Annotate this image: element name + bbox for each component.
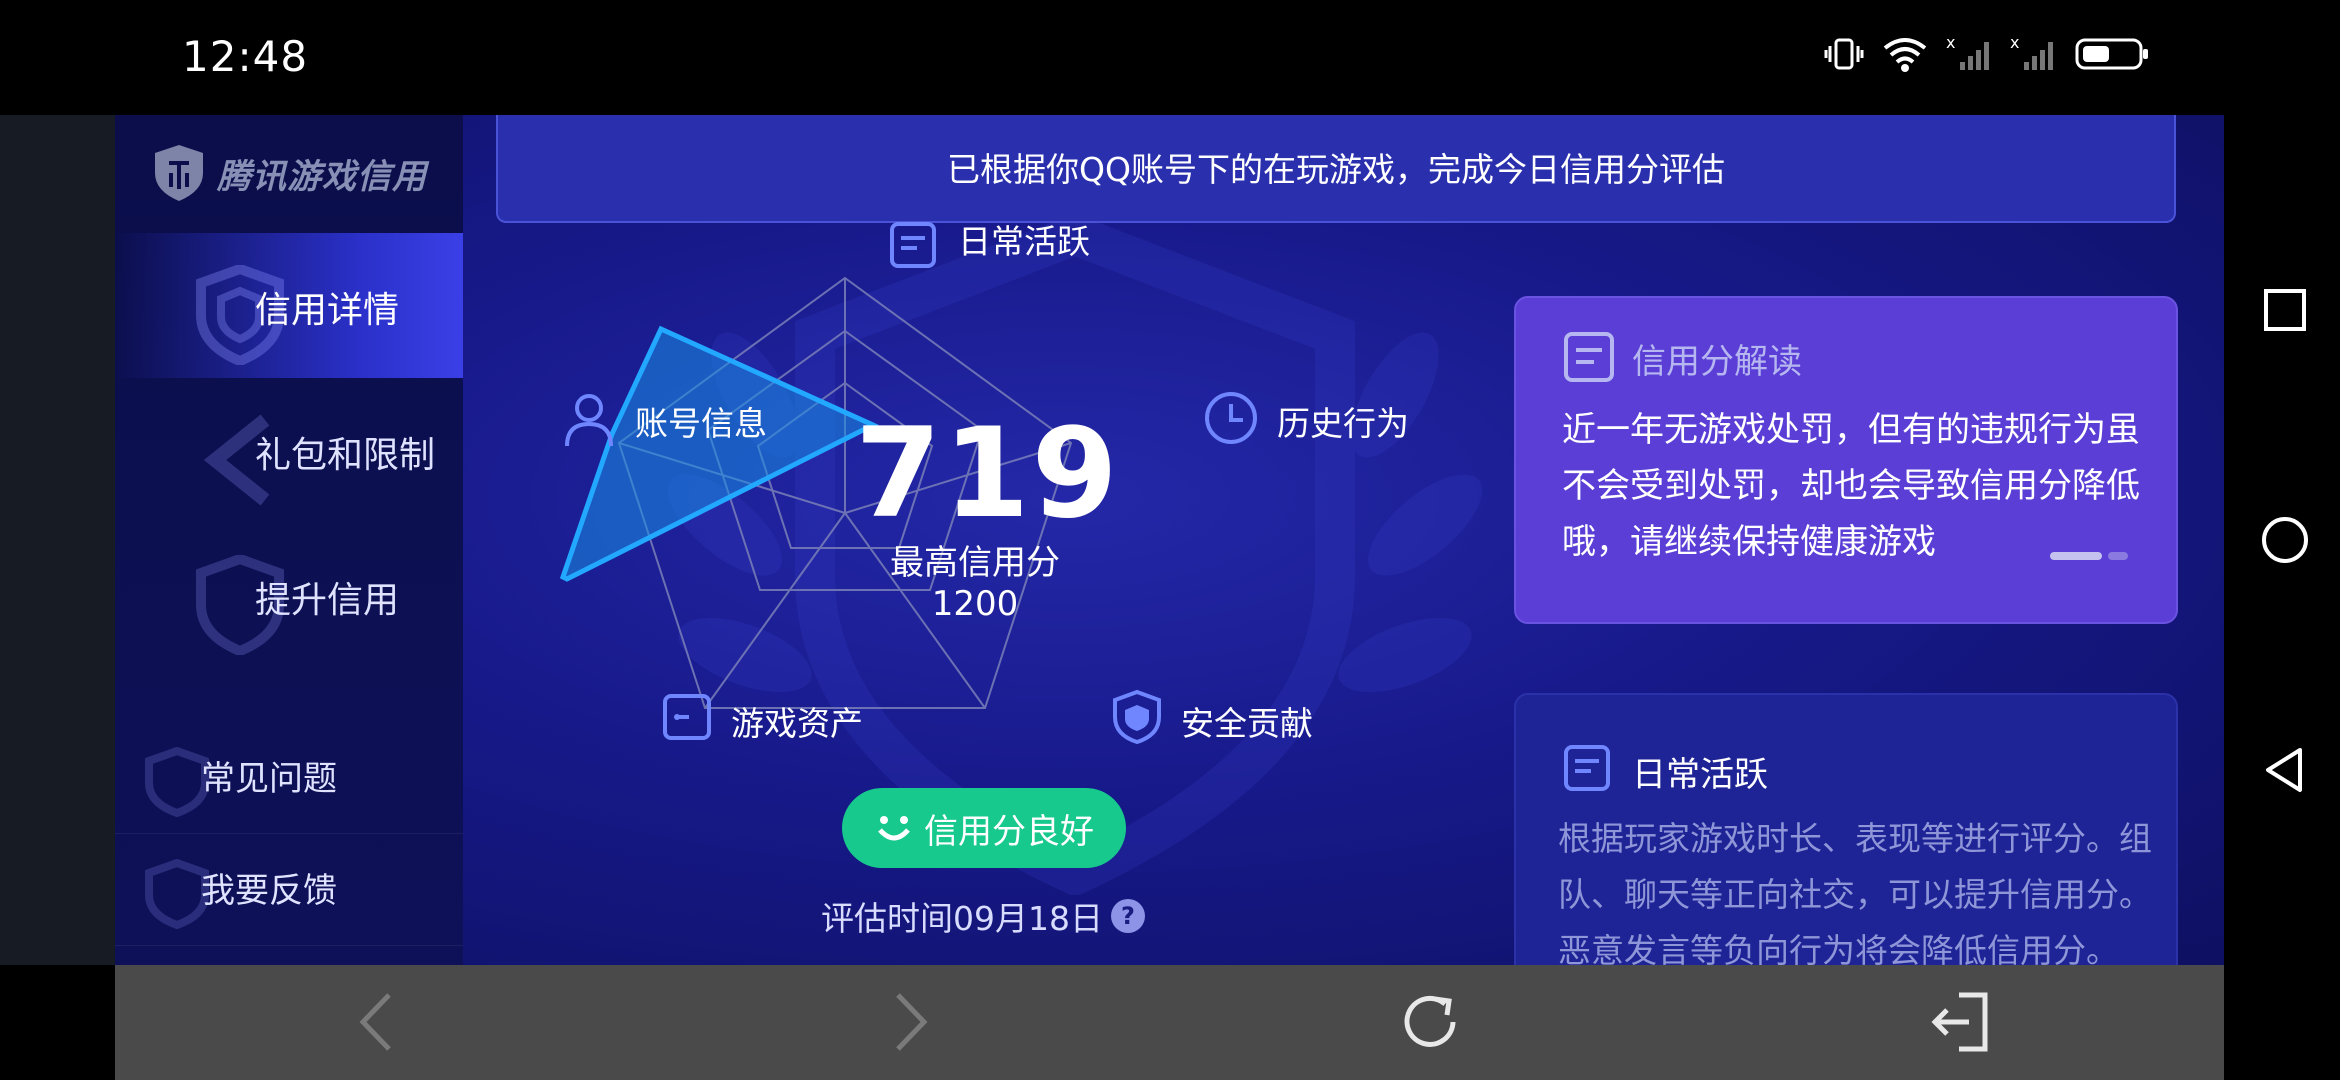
tencent-game-credit-logo-icon xyxy=(155,145,203,201)
sidebar-item-credit-details[interactable]: 信用详情 xyxy=(115,233,463,378)
svg-text:x: x xyxy=(2010,34,2019,52)
axis-label-daily-activity: 日常活跃 xyxy=(958,222,1090,261)
evaluation-time: 评估时间09月18日 ? xyxy=(821,892,1145,940)
refresh-icon[interactable] xyxy=(1395,987,1465,1057)
signal-1-icon: x xyxy=(1946,34,1989,70)
sidebar-item-gifts-limits[interactable]: 礼包和限制 xyxy=(115,378,463,523)
radar-score-shape xyxy=(559,325,879,582)
wifi-icon xyxy=(1883,38,1927,72)
exit-icon[interactable] xyxy=(1925,987,1995,1057)
shield-icon xyxy=(145,859,209,929)
browser-toolbar xyxy=(115,965,2224,1080)
recents-icon[interactable] xyxy=(2260,285,2310,335)
assessment-banner: 已根据你QQ账号下的在玩游戏，完成今日信用分评估 xyxy=(496,115,2176,223)
home-icon[interactable] xyxy=(2260,515,2310,565)
axis-label-assets: 游戏资产 xyxy=(731,704,863,743)
shield-icon xyxy=(1113,689,1161,745)
forward-arrow-icon[interactable] xyxy=(872,987,942,1057)
svg-text:x: x xyxy=(1946,34,1955,52)
user-icon xyxy=(565,394,613,447)
wallet-icon xyxy=(663,694,711,740)
clock: 12:48 xyxy=(182,32,309,81)
sidebar-item-label: 我要反馈 xyxy=(201,871,337,911)
sidebar-item-label: 常见问题 xyxy=(201,759,337,799)
card-body: 近一年无游戏处罚，但有的违规行为虽不会受到处罚，却也会导致信用分降低哦，请继续保… xyxy=(1562,410,2140,562)
banner-text: 已根据你QQ账号下的在玩游戏，完成今日信用分评估 xyxy=(947,150,1725,189)
back-icon[interactable] xyxy=(2260,745,2310,795)
sidebar: 腾讯游戏信用 信用详情 礼包和限制 提升信用 常见问题 我要反馈 xyxy=(115,115,463,965)
clock-icon xyxy=(1205,392,1257,444)
document-icon xyxy=(1564,745,1610,791)
sidebar-item-label: 礼包和限制 xyxy=(255,435,436,476)
left-margin xyxy=(0,115,115,965)
help-icon[interactable]: ? xyxy=(1110,899,1145,933)
credit-interpretation-card: 信用分解读 近一年无游戏处罚，但有的违规行为虽不会受到处罚，却也会导致信用分降低… xyxy=(1514,296,2178,624)
carousel-pager xyxy=(2050,552,2128,560)
smile-icon xyxy=(878,816,910,841)
sidebar-item-feedback[interactable]: 我要反馈 xyxy=(115,835,463,946)
credit-score: 719 xyxy=(855,402,1120,546)
credit-status-label: 信用分良好 xyxy=(924,811,1094,852)
pager-dot xyxy=(2108,552,2128,560)
status-icons: x x xyxy=(1824,34,2150,74)
system-navigation-bar xyxy=(2224,115,2340,1080)
logo-text: 腾讯游戏信用 xyxy=(217,156,427,197)
logo: 腾讯游戏信用 xyxy=(151,143,427,203)
sidebar-item-label: 提升信用 xyxy=(255,580,400,621)
axis-label-account: 账号信息 xyxy=(635,404,767,443)
max-score-label: 最高信用分1200 xyxy=(890,543,1060,624)
daily-activity-card: 日常活跃 根据玩家游戏时长、表现等进行评分。组队、聊天等正向社交，可以提升信用分… xyxy=(1514,693,2178,965)
vibrate-icon xyxy=(1824,38,1864,70)
sidebar-item-faq[interactable]: 常见问题 xyxy=(115,723,463,834)
sidebar-item-improve-credit[interactable]: 提升信用 xyxy=(115,523,463,668)
status-bar: 12:48 x x xyxy=(0,0,2340,115)
shield-icon xyxy=(145,747,209,817)
pager-dot-active xyxy=(2050,552,2102,560)
card-title: 信用分解读 xyxy=(1632,342,1802,382)
app-content: 腾讯游戏信用 信用详情 礼包和限制 提升信用 常见问题 我要反馈 已根据你QQ账… xyxy=(115,115,2224,965)
axis-label-security: 安全贡献 xyxy=(1181,704,1313,743)
credit-status-button[interactable]: 信用分良好 xyxy=(842,788,1126,868)
signal-2-icon: x xyxy=(2010,34,2053,70)
axis-label-history: 历史行为 xyxy=(1277,404,1409,443)
document-icon xyxy=(1564,332,1614,382)
battery-icon xyxy=(2075,38,2148,70)
sidebar-item-label: 信用详情 xyxy=(255,290,400,331)
card-body: 根据玩家游戏时长、表现等进行评分。组队、聊天等正向社交，可以提升信用分。恶意发言… xyxy=(1558,819,2152,965)
evaluation-time-label: 评估时间09月18日 xyxy=(821,899,1103,938)
back-arrow-icon[interactable] xyxy=(345,987,415,1057)
card-title: 日常活跃 xyxy=(1632,755,1768,795)
document-icon xyxy=(890,222,936,268)
